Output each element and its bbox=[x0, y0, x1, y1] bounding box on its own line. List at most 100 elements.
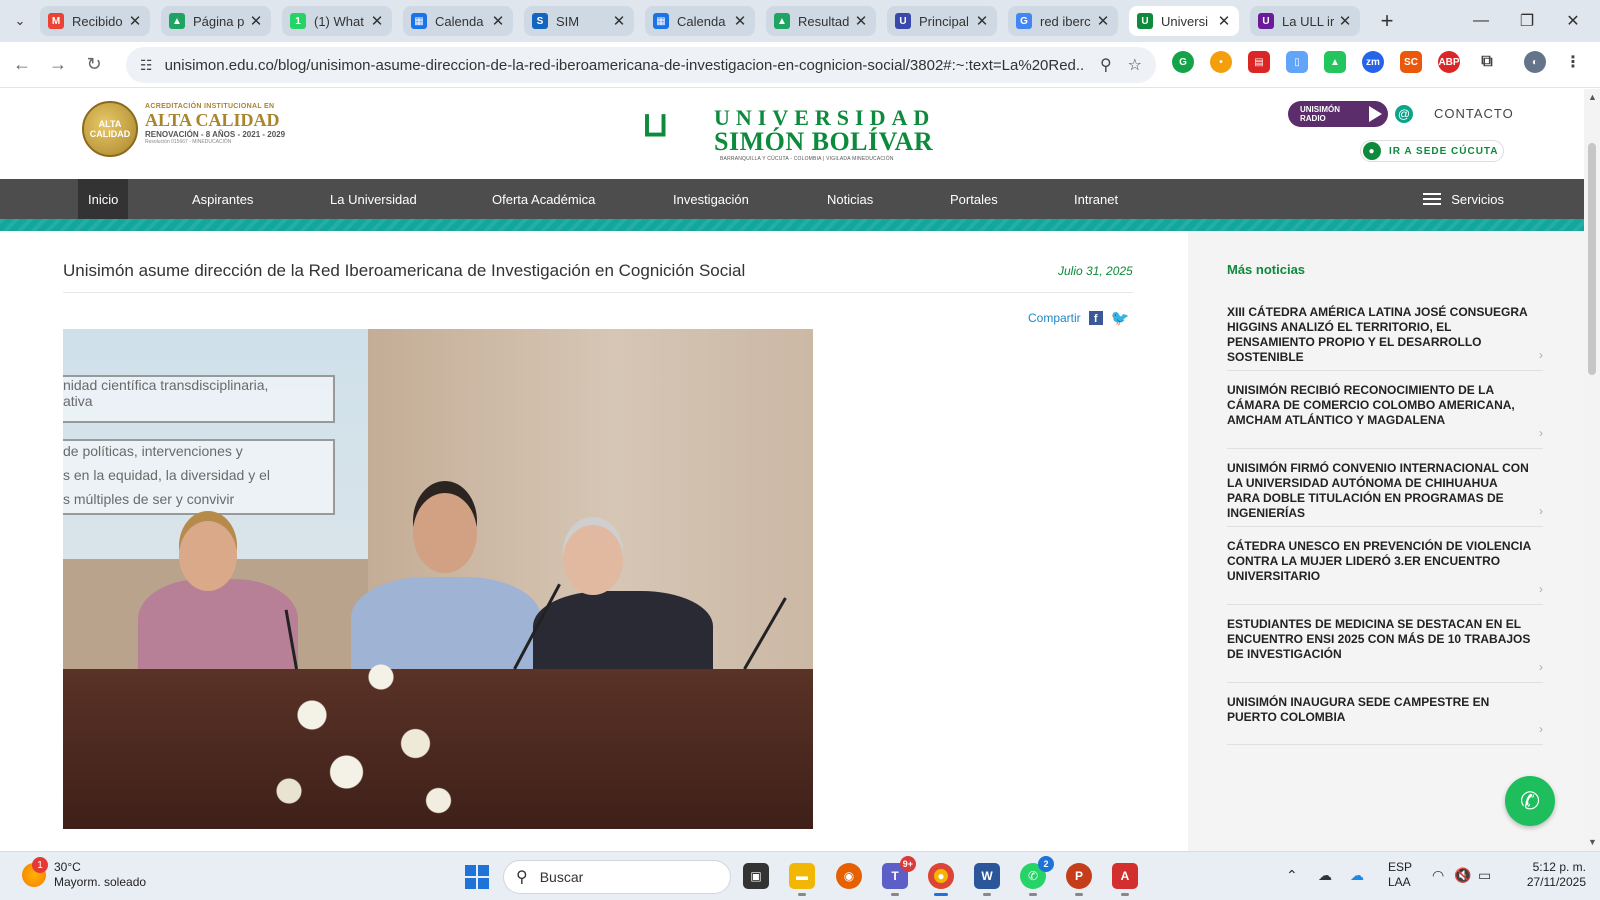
extension-icon[interactable]: SC bbox=[1400, 51, 1422, 73]
weather-widget[interactable]: 1 30°C Mayorm. soleado bbox=[22, 857, 146, 890]
nav-item[interactable]: La Universidad bbox=[330, 179, 417, 219]
nav-item[interactable]: Inicio bbox=[78, 179, 129, 219]
powerpoint-icon[interactable]: P bbox=[1066, 863, 1092, 896]
close-tab-icon[interactable]: ✕ bbox=[1338, 12, 1352, 30]
servicios-menu-button[interactable]: Servicios bbox=[1423, 179, 1504, 219]
browser-tab[interactable]: U La ULL ir ✕ bbox=[1250, 6, 1360, 36]
university-logo[interactable]: ⊔ UNIVERSIDAD SIMÓN BOLÍVAR BARRANQUILLA… bbox=[642, 103, 942, 165]
bookmark-star-icon[interactable]: ☆ bbox=[1128, 55, 1142, 75]
browser-tab[interactable]: 1 (1) What ✕ bbox=[282, 6, 392, 36]
back-icon[interactable]: ← bbox=[4, 47, 40, 83]
nav-item[interactable]: Oferta Académica bbox=[492, 179, 595, 219]
news-item[interactable]: UNISIMÓN RECIBIÓ RECONOCIMIENTO DE LA CÁ… bbox=[1227, 383, 1543, 449]
adblock-extension-icon[interactable]: ABP bbox=[1438, 51, 1460, 73]
close-tab-icon[interactable]: ✕ bbox=[249, 12, 263, 30]
extension-icon[interactable]: • bbox=[1210, 51, 1232, 73]
extension-icon[interactable]: ▤ bbox=[1248, 51, 1270, 73]
browser-tab[interactable]: U Universi ✕ bbox=[1129, 6, 1239, 36]
chrome-icon[interactable]: ● bbox=[928, 863, 954, 896]
news-item[interactable]: XIII CÁTEDRA AMÉRICA LATINA JOSÉ CONSUEG… bbox=[1227, 305, 1543, 371]
browser-tab[interactable]: ▲ Página p ✕ bbox=[161, 6, 271, 36]
minimize-icon[interactable]: — bbox=[1458, 0, 1504, 42]
nav-item[interactable]: Investigación bbox=[673, 179, 749, 219]
facebook-icon[interactable]: f bbox=[1088, 311, 1103, 325]
twitter-icon[interactable]: 🐦 bbox=[1111, 309, 1130, 327]
teams-icon[interactable]: T 9+ bbox=[882, 856, 916, 896]
word-icon[interactable]: W bbox=[974, 863, 1000, 896]
menu-kebab-icon[interactable]: ⋮ bbox=[1562, 51, 1584, 73]
zoom-extension-icon[interactable]: zm bbox=[1362, 51, 1384, 73]
wifi-icon[interactable]: ◠ bbox=[1432, 867, 1444, 884]
language-indicator[interactable]: ESP LAA bbox=[1388, 860, 1412, 890]
volume-muted-icon[interactable]: 🔇 bbox=[1454, 867, 1471, 884]
close-tab-icon[interactable]: ✕ bbox=[975, 12, 989, 30]
whatsapp-app-icon[interactable]: ✆ 2 bbox=[1020, 856, 1054, 896]
accreditation-line3: RENOVACIÓN - 8 AÑOS - 2021 - 2029 bbox=[145, 130, 286, 139]
accreditation-badge[interactable]: ACREDITACIÓN INSTITUCIONAL EN ALTA CALID… bbox=[145, 103, 295, 145]
close-tab-icon[interactable]: ✕ bbox=[612, 12, 626, 30]
puzzle-extensions-icon[interactable]: ⧉ bbox=[1476, 51, 1498, 73]
firefox-icon[interactable]: ◉ bbox=[836, 863, 862, 889]
browser-tab[interactable]: Gred iberc ✕ bbox=[1008, 6, 1118, 36]
new-tab-button[interactable]: + bbox=[1373, 7, 1401, 35]
nav-item[interactable]: Noticias bbox=[827, 179, 873, 219]
tab-favicon-icon: ▲ bbox=[169, 13, 185, 29]
nav-item[interactable]: Aspirantes bbox=[192, 179, 253, 219]
close-tab-icon[interactable]: ✕ bbox=[370, 12, 384, 30]
battery-icon[interactable]: ▭ bbox=[1478, 867, 1491, 884]
close-tab-icon[interactable]: ✕ bbox=[128, 12, 142, 30]
close-tab-icon[interactable]: ✕ bbox=[733, 12, 747, 30]
profile-avatar[interactable]: ◐ bbox=[1524, 51, 1546, 73]
close-tab-icon[interactable]: ✕ bbox=[491, 12, 505, 30]
browser-tab[interactable]: ▦ Calenda ✕ bbox=[645, 6, 755, 36]
page-scrollbar[interactable]: ▲ ▼ bbox=[1584, 89, 1600, 851]
weather-temp: 30°C bbox=[54, 860, 81, 874]
address-bar[interactable]: ☷ unisimon.edu.co/blog/unisimon-asume-di… bbox=[126, 47, 1156, 83]
scroll-thumb[interactable] bbox=[1588, 143, 1596, 375]
news-item[interactable]: UNISIMÓN FIRMÓ CONVENIO INTERNACIONAL CO… bbox=[1227, 461, 1543, 527]
drive-extension-icon[interactable]: ▲ bbox=[1324, 51, 1346, 73]
onedrive-personal-icon[interactable]: ☁ bbox=[1318, 867, 1332, 884]
docs-extension-icon[interactable]: ▯ bbox=[1286, 51, 1308, 73]
news-item[interactable]: ESTUDIANTES DE MEDICINA SE DESTACAN EN E… bbox=[1227, 617, 1543, 683]
restore-icon[interactable]: ❐ bbox=[1504, 0, 1550, 42]
scroll-down-icon[interactable]: ▼ bbox=[1588, 837, 1597, 847]
tab-title: Página p bbox=[193, 13, 245, 29]
tab-search-chevron-icon[interactable]: ⌄ bbox=[0, 0, 40, 42]
news-item[interactable]: CÁTEDRA UNESCO EN PREVENCIÓN DE VIOLENCI… bbox=[1227, 539, 1543, 605]
news-item[interactable]: UNISIMÓN INAUGURA SEDE CAMPESTRE EN PUER… bbox=[1227, 695, 1543, 745]
sede-cucuta-button[interactable]: ● IR A SEDE CÚCUTA bbox=[1360, 140, 1504, 162]
browser-tab[interactable]: ▦ Calenda ✕ bbox=[403, 6, 513, 36]
grammarly-extension-icon[interactable]: G bbox=[1172, 51, 1194, 73]
acrobat-icon[interactable]: A bbox=[1112, 863, 1138, 896]
task-view-icon[interactable]: ▣ bbox=[743, 863, 769, 889]
browser-tab[interactable]: S SIM ✕ bbox=[524, 6, 634, 36]
start-windows-icon[interactable] bbox=[465, 865, 489, 889]
file-explorer-icon[interactable]: ▬ bbox=[789, 863, 815, 896]
clock[interactable]: 5:12 p. m. 27/11/2025 bbox=[1512, 860, 1586, 890]
forward-icon[interactable]: → bbox=[40, 47, 76, 83]
tab-favicon-icon: M bbox=[48, 13, 64, 29]
unisimon-radio-button[interactable]: UNISIMÓN RADIO bbox=[1288, 101, 1388, 127]
onedrive-business-icon[interactable]: ☁ bbox=[1350, 867, 1364, 884]
nav-item[interactable]: Portales bbox=[950, 179, 998, 219]
close-window-icon[interactable]: ✕ bbox=[1550, 0, 1596, 42]
url-text[interactable]: unisimon.edu.co/blog/unisimon-asume-dire… bbox=[165, 57, 1084, 74]
reload-icon[interactable]: ↻ bbox=[76, 47, 112, 83]
close-tab-icon[interactable]: ✕ bbox=[854, 12, 868, 30]
zoom-icon[interactable]: ⚲ bbox=[1100, 55, 1112, 75]
close-tab-icon[interactable]: ✕ bbox=[1096, 12, 1110, 30]
nav-item[interactable]: Intranet bbox=[1074, 179, 1118, 219]
site-info-icon[interactable]: ☷ bbox=[140, 57, 153, 74]
browser-tab[interactable]: ▲ Resultad ✕ bbox=[766, 6, 876, 36]
contact-link[interactable]: CONTACTO bbox=[1434, 106, 1514, 121]
taskbar-search[interactable]: ⚲ Buscar bbox=[503, 860, 731, 894]
whatsapp-chat-button[interactable]: ✆ bbox=[1505, 776, 1555, 826]
scroll-up-icon[interactable]: ▲ bbox=[1588, 92, 1597, 102]
tray-chevron-icon[interactable]: ⌃ bbox=[1286, 867, 1298, 884]
close-tab-icon[interactable]: ✕ bbox=[1217, 12, 1231, 30]
accreditation-seal: ALTA CALIDAD bbox=[82, 101, 138, 157]
email-at-icon[interactable]: @ bbox=[1395, 105, 1413, 123]
browser-tab[interactable]: M Recibido ✕ bbox=[40, 6, 150, 36]
browser-tab[interactable]: U Principal ✕ bbox=[887, 6, 997, 36]
